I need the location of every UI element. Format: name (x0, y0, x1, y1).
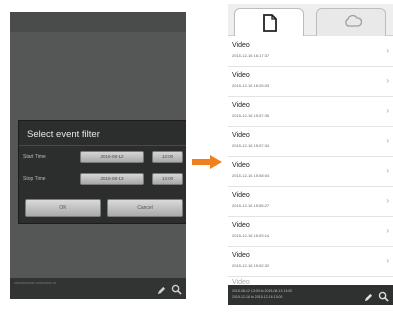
item-title: Video (232, 102, 250, 109)
chevron-right-icon: › (386, 256, 389, 265)
chevron-right-icon: › (386, 226, 389, 235)
item-date: 2015-12-16 15:56:27 (232, 203, 270, 208)
list-item[interactable]: Video 2015-12-16 15:56:27 › (228, 187, 393, 217)
chevron-right-icon: › (386, 136, 389, 145)
chevron-right-icon: › (386, 166, 389, 175)
item-date: 2015-12-16 15:58:04 (232, 173, 270, 178)
event-list: Video 2015-12-16 16:17:37 › Video 2015-1… (228, 37, 393, 287)
list-item[interactable]: Video 2015-12-16 15:57:35 › (228, 97, 393, 127)
filter-range-subtext: 2015-12-16 to 2015-12-16 13:00 (232, 295, 283, 299)
stop-date-button[interactable]: 2015-08-13 (80, 173, 144, 185)
item-title: Video (232, 72, 250, 79)
chevron-right-icon: › (386, 46, 389, 55)
list-item[interactable]: Video 2015-12-16 16:17:37 › (228, 37, 393, 67)
item-title: Video (232, 252, 250, 259)
event-filter-dialog: Select event filter Start Time 2015-08-1… (18, 120, 186, 224)
transition-arrow-icon (192, 155, 222, 169)
item-date: 2015-12-16 15:57:35 (232, 113, 270, 118)
item-title: Video (232, 132, 250, 139)
left-phone-screen: Select event filter Start Time 2015-08-1… (10, 12, 186, 299)
list-item[interactable]: Video 2015-12-16 15:57:34 › (228, 127, 393, 157)
cancel-button[interactable]: Cancel (107, 199, 183, 217)
tab-bar (228, 4, 393, 36)
item-date: 2015-12-16 15:52:32 (232, 263, 270, 268)
dialog-title: Select event filter (27, 129, 100, 140)
tab-files[interactable] (234, 8, 304, 36)
tab-cloud[interactable] (316, 8, 386, 36)
cloud-icon (345, 14, 362, 27)
item-date: 2015-12-16 16:17:37 (232, 53, 270, 58)
dialog-divider (19, 145, 186, 146)
search-icon[interactable] (378, 289, 389, 305)
document-icon (263, 14, 277, 32)
item-title: Video (232, 42, 250, 49)
edit-pencil-icon[interactable] (157, 282, 166, 299)
search-icon[interactable] (171, 282, 182, 299)
list-item[interactable]: Video 2015-12-16 15:52:32 › (228, 247, 393, 277)
item-title: Video (232, 222, 250, 229)
left-status-bar (10, 12, 186, 32)
left-bottom-bar: xxxxxxxxxxxx xxxxxxxxx xx (10, 278, 186, 299)
chevron-right-icon: › (386, 106, 389, 115)
item-title: Video (232, 192, 250, 199)
ok-button[interactable]: OK (25, 199, 101, 217)
stop-time-label: Stop Time (23, 176, 46, 182)
item-date: 2015-12-16 16:05:03 (232, 83, 270, 88)
right-phone-screen: Video 2015-12-16 16:17:37 › Video 2015-1… (228, 4, 393, 305)
list-item[interactable]: Video 2015-12-16 16:05:03 › (228, 67, 393, 97)
filter-range-text: 2015-08-12 13:00 to 2015-08-13 13:00 (232, 289, 293, 293)
item-title: Video (232, 162, 250, 169)
item-date: 2015-12-16 15:53:14 (232, 233, 270, 238)
list-item[interactable]: Video 2015-12-16 15:58:04 › (228, 157, 393, 187)
stop-time-button[interactable]: 13:00 (152, 173, 183, 185)
list-item[interactable]: Video 2015-12-16 15:53:14 › (228, 217, 393, 247)
chevron-right-icon: › (386, 196, 389, 205)
chevron-right-icon: › (386, 76, 389, 85)
left-status-text: xxxxxxxxxxxx xxxxxxxxx xx (14, 281, 57, 285)
start-time-button[interactable]: 13:00 (152, 151, 183, 163)
edit-pencil-icon[interactable] (364, 289, 373, 305)
right-bottom-bar: 2015-08-12 13:00 to 2015-08-13 13:00 201… (228, 285, 393, 305)
item-date: 2015-12-16 15:57:34 (232, 143, 270, 148)
start-time-label: Start Time (23, 154, 46, 160)
start-date-button[interactable]: 2015-08-12 (80, 151, 144, 163)
